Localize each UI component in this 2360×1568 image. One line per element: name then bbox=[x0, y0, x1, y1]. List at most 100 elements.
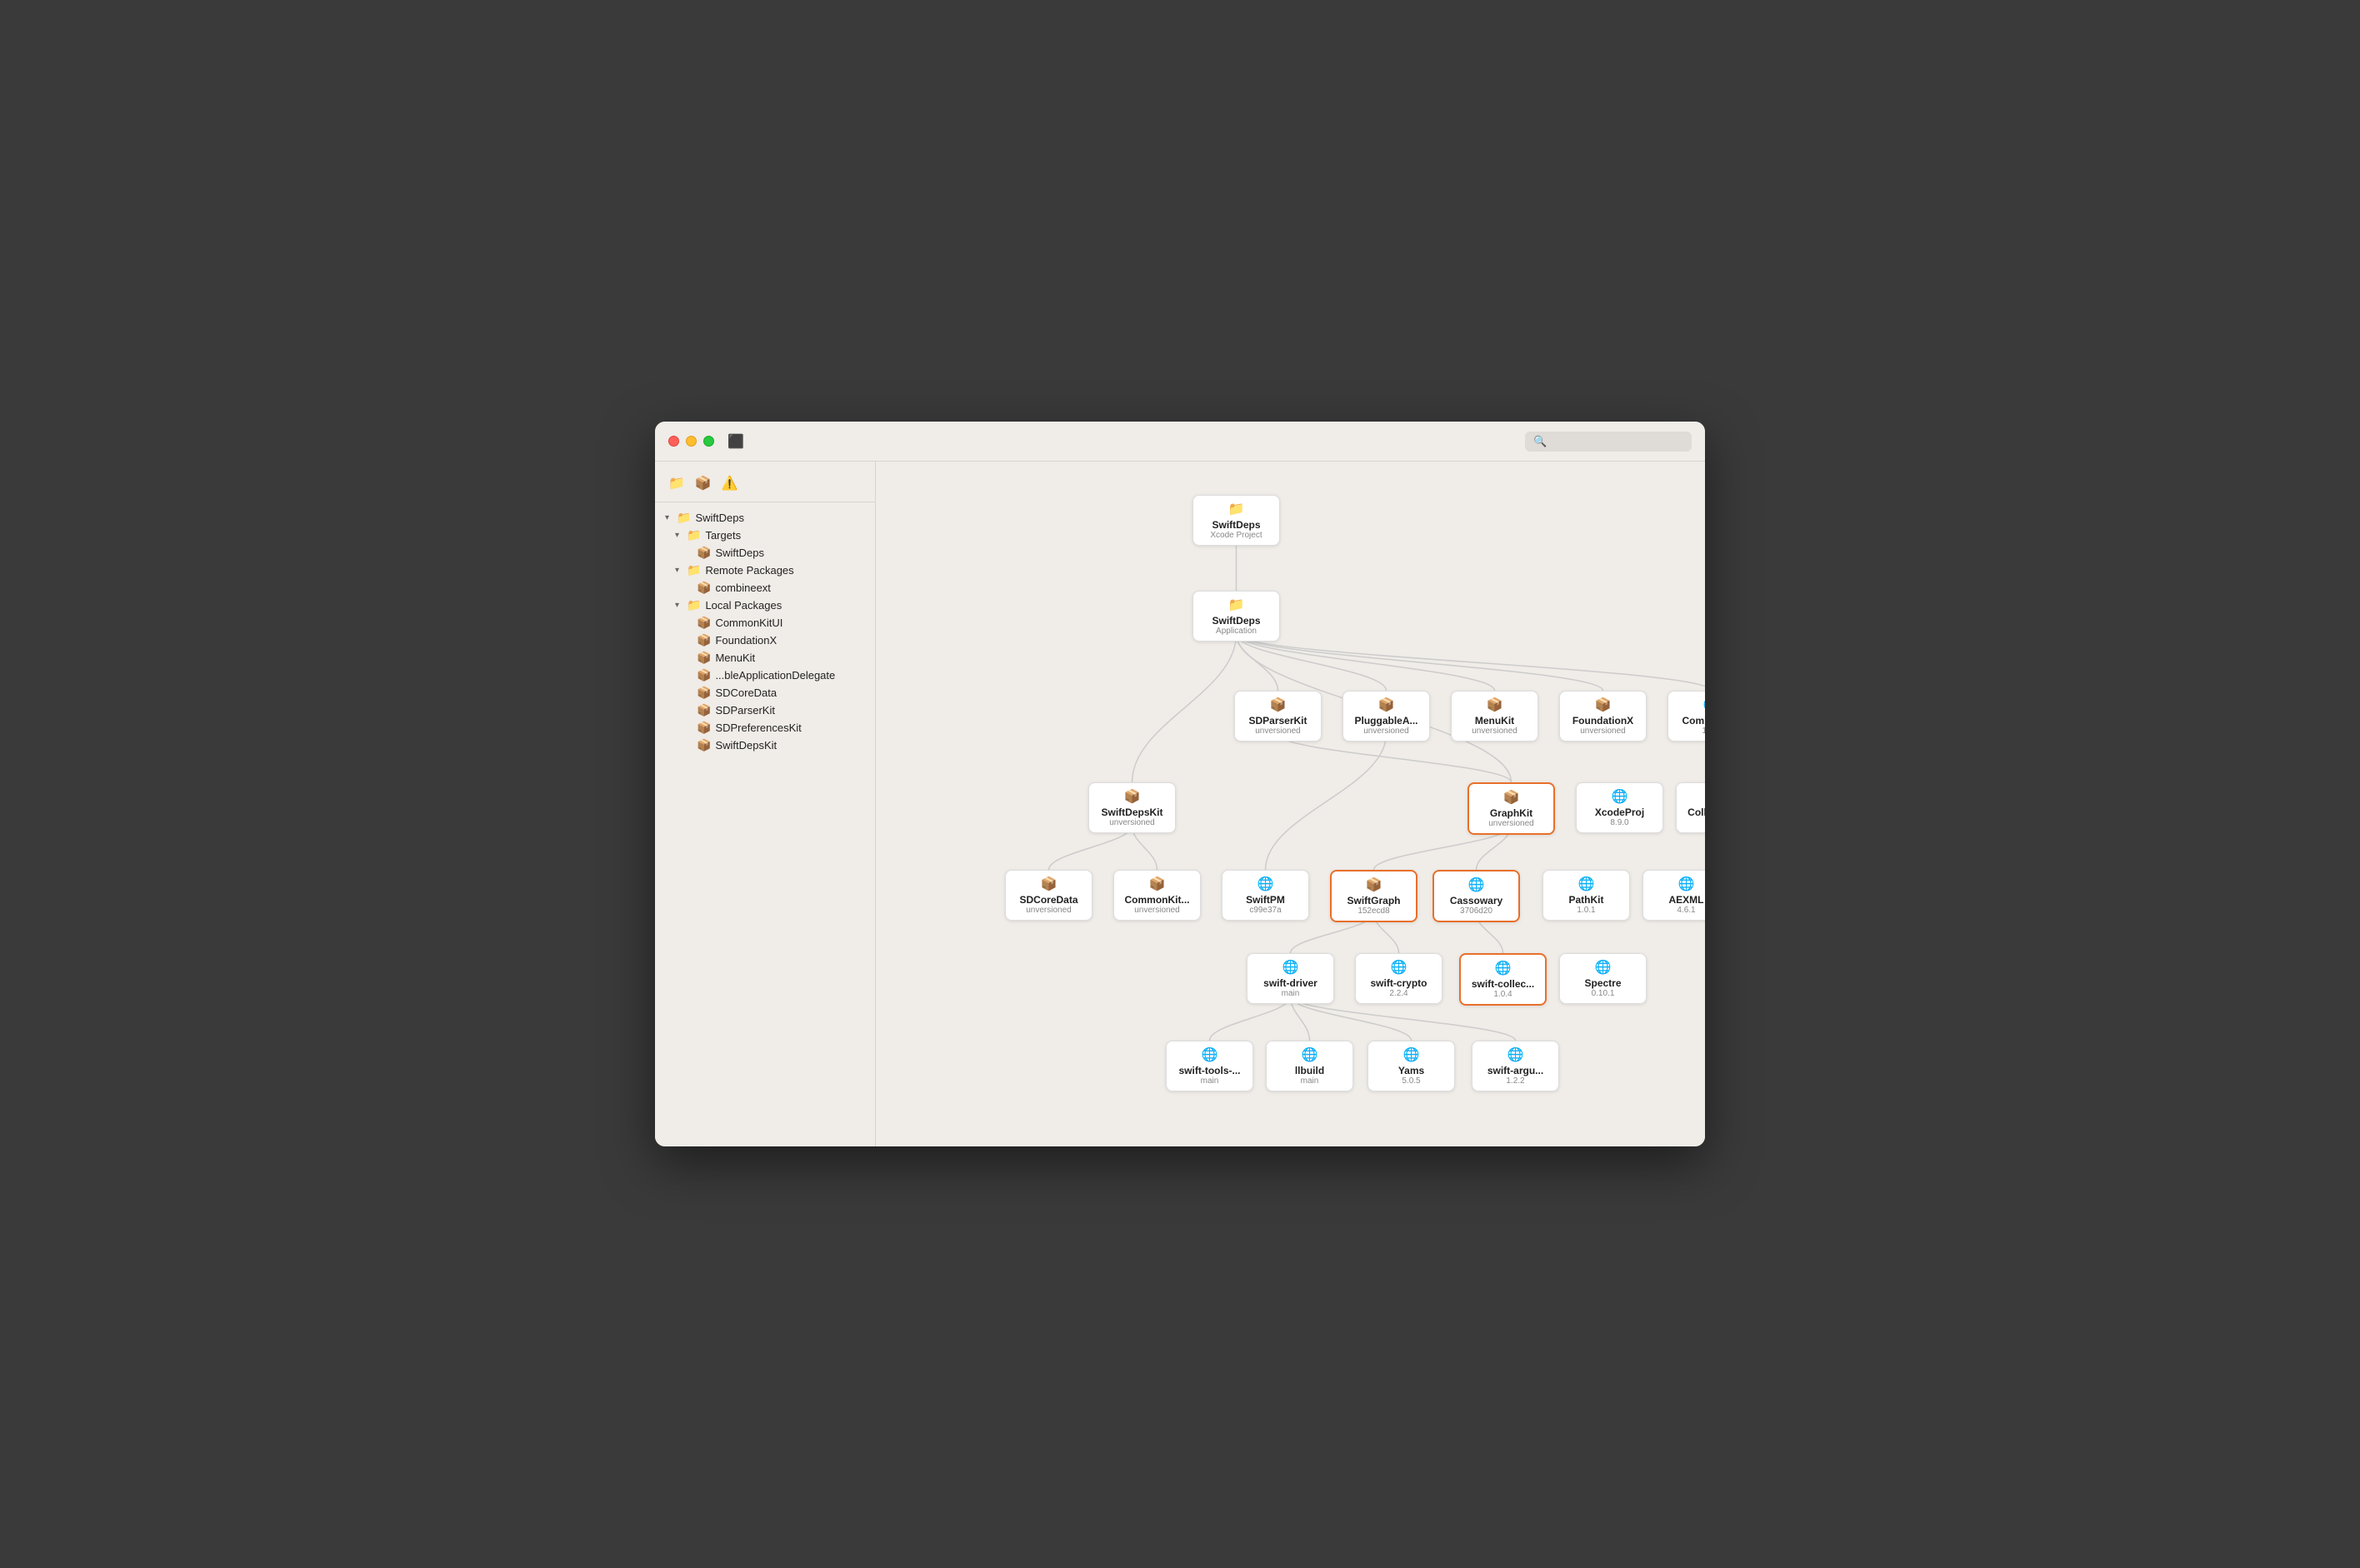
search-bar[interactable]: 🔍 bbox=[1525, 432, 1692, 452]
graph-node-n26[interactable]: 🌐swift-argu...1.2.2 bbox=[1472, 1041, 1559, 1091]
sidebar-item-foundationx[interactable]: 📦FoundationX bbox=[655, 632, 875, 649]
sidebar-item-targets[interactable]: ▾ 📁 Targets bbox=[655, 527, 875, 544]
tree-item-label: FoundationX bbox=[715, 634, 777, 647]
sidebar-item-swiftdeps-root[interactable]: ▾📁SwiftDeps bbox=[655, 509, 875, 527]
sidebar-tree: ▾📁SwiftDeps ▾ 📁 Targets 📦 SwiftDeps ▾📁Remote P… bbox=[655, 509, 875, 754]
sidebar-item-swiftdepskit[interactable]: 📦SwiftDepsKit bbox=[655, 737, 875, 754]
node-title: Spectre bbox=[1568, 977, 1638, 989]
graph-node-n18[interactable]: 🌐AEXML4.6.1 bbox=[1642, 870, 1705, 921]
node-title: PluggableA... bbox=[1352, 715, 1421, 727]
node-title: XcodeProj bbox=[1585, 806, 1654, 818]
sidebar-item-sdcoredata[interactable]: 📦SDCoreData bbox=[655, 684, 875, 702]
node-sub: Xcode Project bbox=[1202, 531, 1271, 540]
package-orange-icon: 📦 bbox=[697, 546, 711, 560]
node-globe-icon: 🌐 bbox=[1552, 876, 1621, 892]
graph-node-n24[interactable]: 🌐llbuildmain bbox=[1266, 1041, 1353, 1091]
main-area: 📁 📦 ⚠️ ▾📁SwiftDeps▾📁Targets📦SwiftDeps▾📁R… bbox=[655, 462, 1705, 1146]
graph-node-n21[interactable]: 🌐swift-collec...1.0.4 bbox=[1459, 953, 1547, 1006]
node-title: SwiftDeps bbox=[1202, 615, 1271, 627]
node-title: MenuKit bbox=[1460, 715, 1529, 727]
sidebar-item-swiftdeps-target[interactable]: 📦 SwiftDeps bbox=[655, 544, 875, 562]
sidebar-item-bleapplicationdelegate[interactable]: 📦...bleApplicationDelegate bbox=[655, 667, 875, 684]
node-sub: 1.0.1 bbox=[1552, 906, 1621, 915]
node-title: swift-argu... bbox=[1481, 1065, 1550, 1076]
node-sub: main bbox=[1256, 989, 1325, 998]
node-sub: unversioned bbox=[1478, 819, 1545, 828]
sidebar-toggle-icon[interactable]: ⬛ bbox=[728, 433, 744, 450]
graph-node-n2[interactable]: 📁 SwiftDepsApplication bbox=[1192, 591, 1280, 642]
node-sub: 1.2.2 bbox=[1481, 1076, 1550, 1086]
graph-node-n14[interactable]: 🌐SwiftPMc99e37a bbox=[1222, 870, 1309, 921]
node-package-icon: 📦 bbox=[1460, 697, 1529, 713]
sidebar-item-local-packages[interactable]: ▾📁Local Packages bbox=[655, 597, 875, 614]
maximize-button[interactable] bbox=[703, 436, 714, 447]
tree-item-label: Targets bbox=[705, 529, 741, 542]
node-sub: 5.0.5 bbox=[1377, 1076, 1446, 1086]
titlebar: ⬛ 🔍 bbox=[655, 422, 1705, 462]
graph-node-n6[interactable]: 📦FoundationXunversioned bbox=[1559, 691, 1647, 742]
node-sub: unversioned bbox=[1460, 727, 1529, 736]
folder-icon: 📁 bbox=[687, 528, 701, 542]
chevron-icon: ▾ bbox=[675, 601, 683, 610]
node-title: SDParserKit bbox=[1243, 715, 1312, 727]
minimize-button[interactable] bbox=[686, 436, 697, 447]
graph-node-n3[interactable]: 📦SDParserKitunversioned bbox=[1234, 691, 1322, 742]
graph-area[interactable]: 📁SwiftDepsXcode Project 📁 SwiftDepsApplica… bbox=[876, 462, 1705, 1146]
graph-node-n19[interactable]: 🌐swift-drivermain bbox=[1247, 953, 1334, 1004]
node-globe-icon: 🌐 bbox=[1275, 1046, 1344, 1063]
graph-node-n8[interactable]: 📦SwiftDepsKitunversioned bbox=[1088, 782, 1176, 833]
tree-item-label: SwiftDeps bbox=[715, 547, 764, 559]
sidebar-toolbar: 📁 📦 ⚠️ bbox=[655, 472, 875, 502]
node-title: PathKit bbox=[1552, 894, 1621, 906]
folder-icon: 📁 bbox=[677, 511, 691, 525]
node-sub: 152ecd8 bbox=[1340, 906, 1408, 916]
package-icon[interactable]: 📦 bbox=[695, 475, 712, 492]
sidebar-item-combineext[interactable]: 📦combineext bbox=[655, 579, 875, 597]
node-sub: 8.9.0 bbox=[1585, 818, 1654, 827]
graph-node-n25[interactable]: 🌐Yams5.0.5 bbox=[1368, 1041, 1455, 1091]
node-sub: unversioned bbox=[1568, 727, 1638, 736]
node-globe-icon: 🌐 bbox=[1256, 959, 1325, 976]
graph-edge bbox=[1237, 634, 1495, 691]
sidebar-item-sdpreferenceskit[interactable]: 📦SDPreferencesKit bbox=[655, 719, 875, 737]
graph-node-n7[interactable]: 🌐CombineExt1.8.1 bbox=[1668, 691, 1705, 742]
tree-item-label: MenuKit bbox=[715, 652, 755, 664]
folder-icon[interactable]: 📁 bbox=[668, 475, 685, 492]
graph-node-n9[interactable]: 📦GraphKitunversioned bbox=[1468, 782, 1555, 835]
graph-node-n20[interactable]: 🌐swift-crypto2.2.4 bbox=[1355, 953, 1442, 1004]
sidebar-item-sdparserkit[interactable]: 📦SDParserKit bbox=[655, 702, 875, 719]
graph-node-n1[interactable]: 📁SwiftDepsXcode Project bbox=[1192, 495, 1280, 546]
sidebar-item-remote-packages[interactable]: ▾📁Remote Packages bbox=[655, 562, 875, 579]
node-title: swift-driver bbox=[1256, 977, 1325, 989]
close-button[interactable] bbox=[668, 436, 679, 447]
node-sub: unversioned bbox=[1098, 818, 1167, 827]
node-globe-icon: 🌐 bbox=[1568, 959, 1638, 976]
graph-node-n12[interactable]: 📦SDCoreDataunversioned bbox=[1005, 870, 1092, 921]
package-icon: 📦 bbox=[697, 581, 711, 595]
graph-node-n11[interactable]: 🌐CollectionC...0.2.0 bbox=[1676, 782, 1705, 833]
graph-node-n10[interactable]: 🌐XcodeProj8.9.0 bbox=[1576, 782, 1663, 833]
node-package-icon: 📦 bbox=[1014, 876, 1083, 892]
graph-node-n22[interactable]: 🌐Spectre0.10.1 bbox=[1559, 953, 1647, 1004]
node-globe-icon: 🌐 bbox=[1175, 1046, 1244, 1063]
graph-node-n13[interactable]: 📦CommonKit...unversioned bbox=[1113, 870, 1201, 921]
node-sub: Application bbox=[1202, 627, 1271, 636]
graph-node-n16[interactable]: 🌐Cassowary3706d20 bbox=[1432, 870, 1520, 922]
node-sub: unversioned bbox=[1243, 727, 1312, 736]
graph-node-n17[interactable]: 🌐 PathKit1.0.1 bbox=[1542, 870, 1630, 921]
package-icon: 📦 bbox=[697, 651, 711, 665]
graph-node-n15[interactable]: 📦SwiftGraph152ecd8 bbox=[1330, 870, 1418, 922]
graph-node-n5[interactable]: 📦 MenuKitunversioned bbox=[1451, 691, 1538, 742]
node-title: CommonKit... bbox=[1122, 894, 1192, 906]
tree-item-label: SDParserKit bbox=[715, 704, 775, 717]
warning-icon[interactable]: ⚠️ bbox=[722, 475, 738, 492]
node-globe-icon: 🌐 bbox=[1677, 697, 1705, 713]
node-title: SwiftDepsKit bbox=[1098, 806, 1167, 818]
sidebar-item-menukit[interactable]: 📦 MenuKit bbox=[655, 649, 875, 667]
chevron-icon: ▾ bbox=[675, 531, 683, 540]
graph-node-n4[interactable]: 📦PluggableA...unversioned bbox=[1342, 691, 1430, 742]
sidebar-item-commonkitui[interactable]: 📦CommonKitUI bbox=[655, 614, 875, 632]
search-input[interactable] bbox=[1552, 436, 1683, 447]
node-folder-icon: 📁 bbox=[1202, 597, 1271, 613]
graph-node-n23[interactable]: 🌐swift-tools-...main bbox=[1166, 1041, 1253, 1091]
